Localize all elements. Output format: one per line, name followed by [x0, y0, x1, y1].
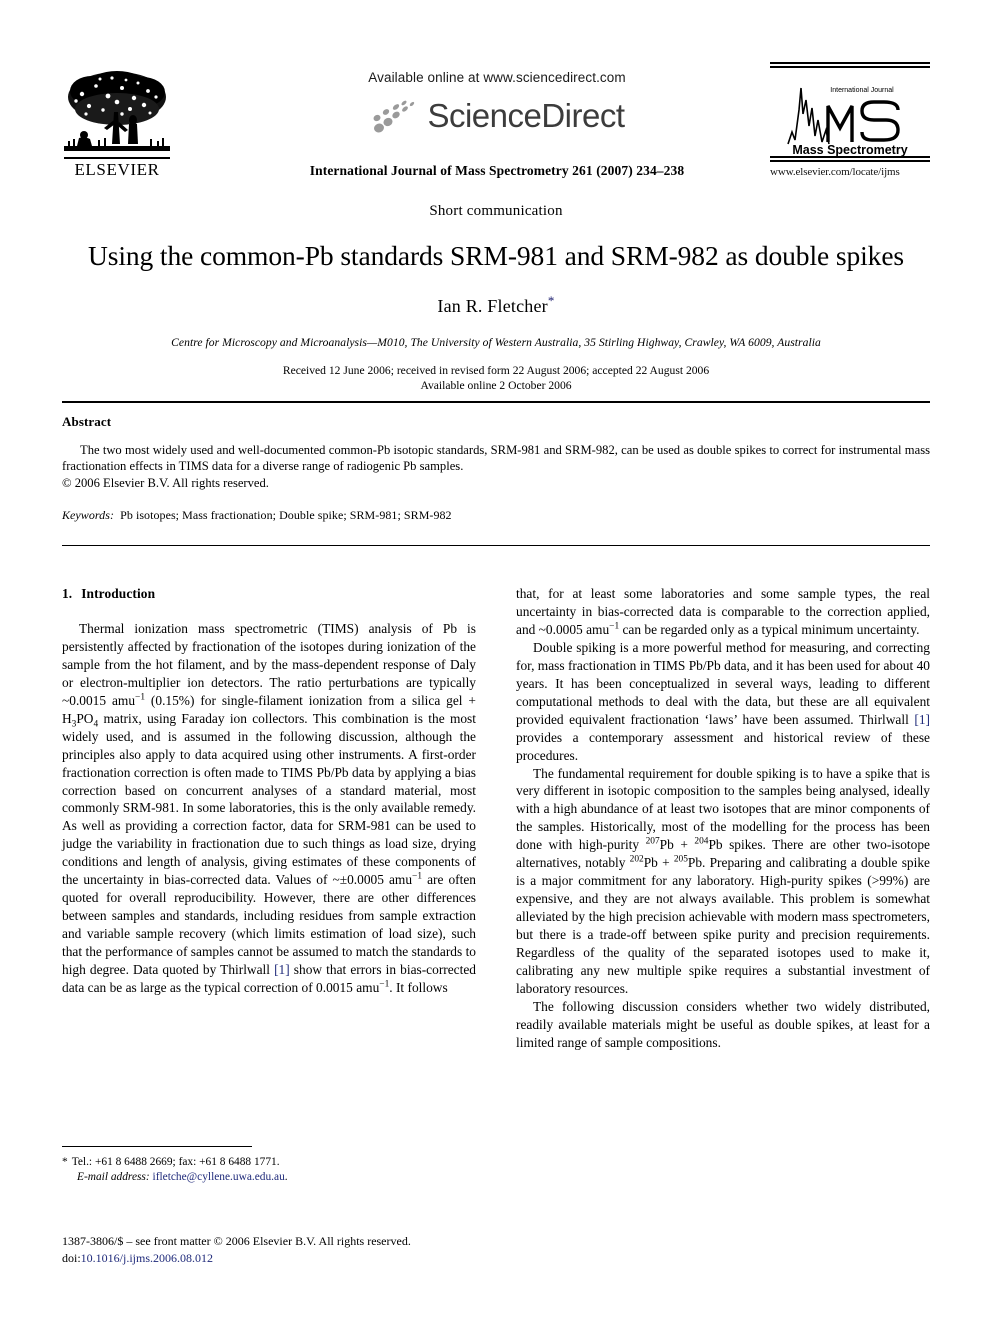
paragraph-intro-2: Double spiking is a more powerful method… — [516, 639, 930, 765]
article-type: Short communication — [429, 203, 563, 219]
superscript: −1 — [609, 621, 620, 632]
sciencedirect-block: Available online at www.sciencedirect.co… — [252, 70, 742, 138]
abstract-block: Abstract The two most widely used and we… — [62, 414, 930, 523]
journal-logo-rule-top2 — [770, 66, 930, 68]
superscript: 202 — [629, 854, 644, 865]
footnote-email-line: E-mail address: ifletche@cyllene.uwa.edu… — [77, 1171, 288, 1184]
sciencedirect-swoosh-icon — [369, 98, 423, 138]
affiliation: Centre for Microscopy and Microanalysis—… — [171, 336, 821, 349]
para-text-chunk: Pb + — [643, 855, 674, 871]
doi-link[interactable]: 10.1016/j.ijms.2006.08.012 — [81, 1251, 213, 1265]
elsevier-wordmark: ELSEVIER — [74, 160, 160, 179]
issn-doi-block: 1387-3806/$ – see front matter © 2006 El… — [62, 1233, 562, 1266]
body-column-right: that, for at least some laboratories and… — [516, 585, 930, 1052]
doi-label: doi: — [62, 1250, 81, 1265]
keywords-line: Keywords: Pb isotopes; Mass fractionatio… — [62, 508, 930, 523]
footnote-marker: * — [62, 1156, 68, 1168]
section-title: Introduction — [81, 586, 156, 601]
svg-text:International Journal: International Journal — [830, 87, 894, 94]
citation-link-1[interactable]: [1] — [274, 962, 290, 977]
title-block: Short communication Using the common-Pb … — [62, 203, 930, 393]
page-header: ELSEVIER Available online at www.science… — [62, 62, 930, 190]
footnote-contact: Tel.: +61 8 6488 2669; fax: +61 8 6488 1… — [71, 1156, 280, 1168]
elsevier-tree-icon — [62, 64, 172, 160]
elsevier-logo: ELSEVIER — [62, 64, 172, 186]
journal-reference: International Journal of Mass Spectromet… — [309, 163, 685, 178]
sciencedirect-wordmark: ScienceDirect — [427, 97, 625, 134]
footnote-contact-line: * Tel.: +61 8 6488 2669; fax: +61 8 6488 … — [62, 1155, 476, 1170]
abstract-heading: Abstract — [62, 414, 112, 429]
superscript: −1 — [412, 871, 423, 882]
received-line: Received 12 June 2006; received in revis… — [282, 364, 710, 377]
doi-line: doi:10.1016/j.ijms.2006.08.012 — [62, 1250, 562, 1267]
paper-page: ELSEVIER Available online at www.science… — [0, 0, 992, 1323]
keywords-values: Pb isotopes; Mass fractionation; Double … — [120, 508, 452, 523]
superscript: −1 — [135, 692, 146, 703]
para-text-chunk: provides a contemporary assessment and h… — [516, 729, 930, 763]
para-text-chunk: Double spiking is a more powerful method… — [516, 639, 930, 727]
paragraph-intro-4: The following discussion considers wheth… — [516, 998, 930, 1050]
author-name: Ian R. Fletcher — [437, 296, 548, 316]
journal-logo: International Journal Mass Spectrometry … — [770, 62, 930, 178]
abstract-text: The two most widely used and well-docume… — [62, 442, 930, 491]
citation-link-2[interactable]: [1] — [914, 712, 930, 727]
superscript: 205 — [673, 854, 688, 865]
para-text-chunk: Pb. Preparing and calibrating a double s… — [516, 855, 930, 996]
para-text-chunk: can be regarded only as a typical minimu… — [619, 621, 920, 637]
body-column-left: 1. Introduction Thermal ionization mass s… — [62, 585, 476, 997]
para-text-chunk: PO — [76, 710, 94, 726]
journal-logo-rule-bottom — [770, 156, 930, 158]
author-list: Ian R. Fletcher* — [62, 293, 930, 317]
history-dates: Received 12 June 2006; received in revis… — [62, 363, 930, 393]
para-text-chunk: Pb + — [659, 837, 695, 853]
para-text-chunk: matrix, using Faraday ion collectors. Th… — [62, 710, 476, 888]
abstract-sentence: The two most widely used and well-docume… — [62, 443, 930, 474]
abstract-copyright: © 2006 Elsevier B.V. All rights reserved… — [62, 475, 269, 490]
author-footnote-marker[interactable]: * — [548, 293, 555, 308]
email-label: E-mail address: — [77, 1171, 150, 1184]
section-heading-introduction: 1. Introduction — [62, 585, 476, 603]
superscript: −1 — [379, 979, 390, 990]
available-online-line: Available online 2 October 2006 — [420, 379, 572, 392]
section-number: 1. — [62, 586, 73, 601]
superscript: 204 — [694, 836, 709, 847]
elsevier-logo-rule — [64, 157, 170, 159]
issn-line: 1387-3806/$ – see front matter © 2006 El… — [62, 1234, 411, 1248]
paragraph-intro-1: Thermal ionization mass spectrometric (T… — [62, 620, 476, 997]
abstract-bottom-rule — [62, 545, 930, 546]
page-title: Using the common-Pb standards SRM-981 an… — [87, 240, 905, 271]
svg-text:Mass Spectrometry: Mass Spectrometry — [792, 143, 907, 156]
paragraph-intro-3: The fundamental requirement for double s… — [516, 765, 930, 998]
paragraph-intro-1-continued: that, for at least some laboratories and… — [516, 585, 930, 639]
para-text-chunk: . It follows — [389, 980, 448, 996]
footnote-block: * Tel.: +61 8 6488 2669; fax: +61 8 6488 … — [62, 1155, 476, 1185]
keywords-label: Keywords: — [62, 508, 115, 523]
footnote-rule — [62, 1146, 252, 1147]
abstract-top-rule — [62, 401, 930, 404]
email-link[interactable]: ifletche@cyllene.uwa.edu.au — [153, 1171, 285, 1183]
journal-logo-artwork: International Journal Mass Spectrometry — [770, 70, 930, 156]
sciencedirect-logo: ScienceDirect — [252, 94, 742, 138]
journal-logo-rule-bottom2 — [770, 160, 930, 162]
journal-url[interactable]: www.elsevier.com/locate/ijms — [770, 166, 938, 178]
available-online-text: Available online at www.sciencedirect.co… — [368, 70, 626, 85]
superscript: 207 — [645, 836, 660, 847]
journal-logo-rule-top — [770, 62, 930, 64]
